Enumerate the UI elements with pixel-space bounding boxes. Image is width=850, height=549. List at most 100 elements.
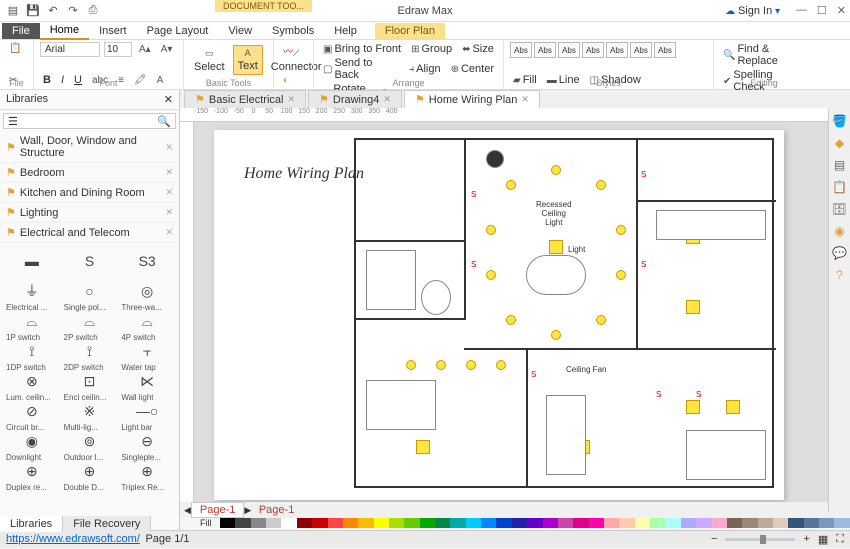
close-icon[interactable]: ✕ [165, 187, 173, 198]
menu-insert[interactable]: Insert [89, 23, 137, 39]
color-swatch[interactable] [773, 518, 788, 528]
color-swatch[interactable] [665, 518, 680, 528]
minimize-icon[interactable]: — [796, 4, 807, 17]
library-search[interactable]: ☰ 🔍 [3, 113, 176, 129]
library-category[interactable]: ⚑Electrical and Telecom✕ [0, 223, 179, 243]
clipboard-icon[interactable]: 📋 [832, 180, 848, 196]
document-tab[interactable]: ⚑Basic Electrical✕ [184, 90, 306, 108]
menu-floor-plan[interactable]: Floor Plan [375, 23, 445, 39]
color-swatch[interactable] [696, 518, 711, 528]
close-icon[interactable]: ✕ [165, 227, 173, 238]
color-swatch[interactable] [527, 518, 542, 528]
paste-icon[interactable]: 📋 [6, 42, 24, 55]
document-tab[interactable]: ⚑Home Wiring Plan✕ [404, 90, 540, 108]
style-preset[interactable]: Abs [534, 42, 556, 58]
style-preset[interactable]: Abs [582, 42, 604, 58]
library-category[interactable]: ⚑Kitchen and Dining Room✕ [0, 183, 179, 203]
zoom-in-icon[interactable]: + [803, 533, 809, 545]
align-button[interactable]: ⫞ Align [406, 62, 443, 76]
undo-icon[interactable]: ↶ [46, 4, 60, 18]
library-category[interactable]: ⚑Wall, Door, Window and Structure✕ [0, 132, 179, 163]
menu-page-layout[interactable]: Page Layout [137, 23, 219, 39]
document-tab[interactable]: ⚑Drawing4✕ [308, 90, 402, 108]
shadow-style-icon[interactable]: ◐ [280, 74, 292, 87]
settings-icon[interactable]: ◉ [832, 224, 848, 240]
shrink-font-icon[interactable]: A▾ [158, 43, 176, 56]
color-swatch[interactable] [235, 518, 250, 528]
close-icon[interactable]: ✕ [521, 94, 529, 105]
color-swatch[interactable] [788, 518, 803, 528]
library-search-input[interactable] [18, 116, 157, 127]
color-swatch[interactable] [712, 518, 727, 528]
library-category[interactable]: ⚑Bedroom✕ [0, 163, 179, 183]
color-swatch[interactable] [281, 518, 296, 528]
color-swatch[interactable] [374, 518, 389, 528]
sign-in-link[interactable]: ☁ Sign In ▾ [725, 5, 780, 17]
zoom-slider[interactable] [725, 538, 795, 541]
color-swatch[interactable] [312, 518, 327, 528]
color-swatch[interactable] [742, 518, 757, 528]
color-swatch[interactable] [404, 518, 419, 528]
color-palette[interactable]: Fill [180, 518, 850, 530]
shape-item[interactable]: ◎Three-wa... [119, 277, 175, 305]
color-swatch[interactable] [604, 518, 619, 528]
shape-item[interactable]: S3 [119, 247, 175, 275]
color-swatch[interactable] [466, 518, 481, 528]
menu-symbols[interactable]: Symbols [262, 23, 324, 39]
style-preset[interactable]: Abs [606, 42, 628, 58]
color-swatch[interactable] [819, 518, 834, 528]
maximize-icon[interactable]: ☐ [817, 4, 827, 17]
library-close-icon[interactable]: ✕ [164, 93, 173, 106]
color-swatch[interactable] [650, 518, 665, 528]
menu-view[interactable]: View [218, 23, 262, 39]
page[interactable]: Home Wiring Plan [214, 130, 784, 500]
close-icon[interactable]: ✕ [165, 167, 173, 178]
page-tab-1[interactable]: Page-1 [191, 502, 244, 518]
floor-plan[interactable]: RecessedCeilingLight Light Ceiling Fan S… [354, 138, 774, 488]
zoom-out-icon[interactable]: − [711, 533, 717, 545]
redo-icon[interactable]: ↷ [66, 4, 80, 18]
color-swatch[interactable] [834, 518, 849, 528]
style-preset[interactable]: Abs [558, 42, 580, 58]
close-icon[interactable]: ✕ [287, 94, 295, 105]
color-swatch[interactable] [450, 518, 465, 528]
line-style-icon[interactable]: 〰 [280, 42, 296, 59]
color-swatch[interactable] [512, 518, 527, 528]
color-swatch[interactable] [758, 518, 773, 528]
style-preset[interactable]: Abs [510, 42, 532, 58]
color-swatch[interactable] [804, 518, 819, 528]
close-icon[interactable]: ✕ [165, 142, 173, 153]
menu-home[interactable]: Home [40, 22, 89, 40]
color-swatch[interactable] [481, 518, 496, 528]
group-button[interactable]: ⊞ Group [408, 42, 455, 56]
paint-bucket-icon[interactable]: 🪣 [832, 114, 848, 130]
shape-item[interactable]: ⏚Electrical ... [4, 277, 60, 305]
menu-help[interactable]: Help [324, 23, 367, 39]
color-swatch[interactable] [389, 518, 404, 528]
find-button[interactable]: 🔍 Find & Replace [720, 42, 808, 68]
color-swatch[interactable] [558, 518, 573, 528]
fit-page-icon[interactable]: ⛶ [836, 533, 844, 546]
style-preset[interactable]: Abs [630, 42, 652, 58]
db-icon[interactable]: 🗄 [832, 202, 848, 218]
color-swatch[interactable] [635, 518, 650, 528]
app-menu-icon[interactable]: ▤ [6, 4, 20, 18]
close-icon[interactable]: ✕ [837, 4, 846, 17]
font-name-select[interactable]: Arial [40, 42, 100, 57]
color-swatch[interactable] [251, 518, 266, 528]
style-preset[interactable]: Abs [654, 42, 676, 58]
text-tool[interactable]: AText [233, 45, 263, 75]
shape-item[interactable]: ▬ [4, 247, 60, 275]
shape-item[interactable]: ○Single pol... [62, 277, 118, 305]
tab-file-recovery[interactable]: File Recovery [63, 516, 151, 532]
help-icon[interactable]: ? [832, 268, 848, 284]
color-swatch[interactable] [681, 518, 696, 528]
close-icon[interactable]: ✕ [383, 94, 391, 105]
font-size-select[interactable]: 10 [104, 42, 132, 57]
close-icon[interactable]: ✕ [165, 207, 173, 218]
color-swatch[interactable] [727, 518, 742, 528]
color-swatch[interactable] [589, 518, 604, 528]
color-swatch[interactable] [573, 518, 588, 528]
color-swatch[interactable] [343, 518, 358, 528]
comment-icon[interactable]: 💬 [832, 246, 848, 262]
